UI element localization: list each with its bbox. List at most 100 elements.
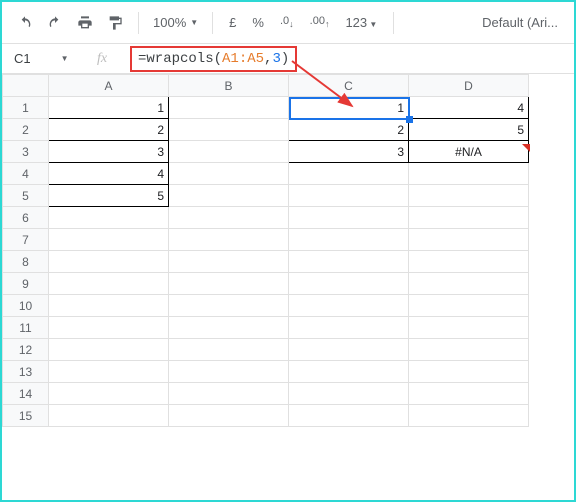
decrease-decimal-button[interactable]: .0↓ (274, 15, 300, 29)
row-header[interactable]: 15 (3, 405, 49, 427)
row-header[interactable]: 6 (3, 207, 49, 229)
cell[interactable] (49, 339, 169, 361)
fill-handle[interactable] (406, 116, 413, 123)
cell[interactable] (49, 251, 169, 273)
cell[interactable] (409, 405, 529, 427)
col-header-B[interactable]: B (169, 75, 289, 97)
separator (138, 12, 139, 34)
cell[interactable] (49, 207, 169, 229)
row-header[interactable]: 4 (3, 163, 49, 185)
cell[interactable]: 1 (289, 97, 409, 119)
font-dropdown[interactable]: Default (Ari... (476, 15, 564, 30)
cell[interactable] (409, 361, 529, 383)
cell[interactable] (409, 317, 529, 339)
cell[interactable]: 5 (409, 119, 529, 141)
cell[interactable]: 2 (289, 119, 409, 141)
paint-format-icon[interactable] (102, 10, 128, 36)
row-header[interactable]: 11 (3, 317, 49, 339)
cell[interactable] (49, 405, 169, 427)
cell[interactable] (289, 405, 409, 427)
cell[interactable] (289, 207, 409, 229)
cell[interactable] (289, 229, 409, 251)
cell[interactable] (169, 251, 289, 273)
col-header-C[interactable]: C (289, 75, 409, 97)
cell[interactable] (409, 185, 529, 207)
row-header[interactable]: 14 (3, 383, 49, 405)
redo-icon[interactable] (42, 10, 68, 36)
cell[interactable]: 3 (289, 141, 409, 163)
cell[interactable] (289, 339, 409, 361)
cell[interactable] (289, 273, 409, 295)
cell[interactable] (169, 229, 289, 251)
row-header[interactable]: 13 (3, 361, 49, 383)
cell[interactable] (409, 163, 529, 185)
cell[interactable] (49, 229, 169, 251)
cell[interactable] (409, 295, 529, 317)
cell[interactable] (289, 295, 409, 317)
cell[interactable] (409, 207, 529, 229)
cell[interactable] (169, 141, 289, 163)
col-header-D[interactable]: D (409, 75, 529, 97)
cell[interactable] (169, 339, 289, 361)
zoom-value: 100% (153, 15, 186, 30)
currency-button[interactable]: £ (223, 15, 242, 30)
cell[interactable] (169, 317, 289, 339)
cell[interactable] (169, 97, 289, 119)
cell[interactable] (49, 361, 169, 383)
cell[interactable]: 4 (49, 163, 169, 185)
cell[interactable] (169, 185, 289, 207)
cell[interactable] (409, 383, 529, 405)
row-header[interactable]: 8 (3, 251, 49, 273)
col-header-A[interactable]: A (49, 75, 169, 97)
cell[interactable] (409, 251, 529, 273)
cell[interactable]: 3 (49, 141, 169, 163)
cell[interactable] (169, 163, 289, 185)
cell[interactable] (409, 229, 529, 251)
error-indicator-icon[interactable] (522, 144, 530, 152)
row-header[interactable]: 9 (3, 273, 49, 295)
cell[interactable] (169, 119, 289, 141)
increase-decimal-button[interactable]: .00↑ (304, 15, 336, 29)
cell[interactable] (169, 405, 289, 427)
row-header[interactable]: 1 (3, 97, 49, 119)
cell[interactable] (169, 207, 289, 229)
row-header[interactable]: 12 (3, 339, 49, 361)
cell[interactable] (289, 317, 409, 339)
cell[interactable] (289, 383, 409, 405)
cell[interactable] (409, 273, 529, 295)
spreadsheet-grid[interactable]: A B C D 1 1 1 4 2 2 2 5 3 (2, 74, 574, 427)
undo-icon[interactable] (12, 10, 38, 36)
cell[interactable] (169, 361, 289, 383)
select-all-corner[interactable] (3, 75, 49, 97)
cell[interactable] (289, 251, 409, 273)
cell[interactable] (169, 383, 289, 405)
cell[interactable] (289, 163, 409, 185)
cell[interactable] (49, 273, 169, 295)
cell[interactable] (49, 295, 169, 317)
cell[interactable] (289, 185, 409, 207)
cell[interactable]: 4 (409, 97, 529, 119)
cell[interactable] (289, 361, 409, 383)
row-header[interactable]: 5 (3, 185, 49, 207)
formula-bar[interactable]: =wrapcols(A1:A5,3) (122, 43, 574, 75)
chevron-down-icon: ▼ (367, 20, 377, 29)
cell[interactable]: #N/A (409, 141, 529, 163)
zoom-dropdown[interactable]: 100% ▼ (149, 15, 202, 30)
row-header[interactable]: 2 (3, 119, 49, 141)
cell[interactable] (409, 339, 529, 361)
cell[interactable] (49, 383, 169, 405)
formula-highlight: =wrapcols(A1:A5,3) (130, 46, 297, 72)
cell[interactable]: 2 (49, 119, 169, 141)
cell[interactable]: 5 (49, 185, 169, 207)
cell[interactable] (169, 295, 289, 317)
row-header[interactable]: 7 (3, 229, 49, 251)
row-header[interactable]: 10 (3, 295, 49, 317)
row-header[interactable]: 3 (3, 141, 49, 163)
cell[interactable]: 1 (49, 97, 169, 119)
cell[interactable] (49, 317, 169, 339)
print-icon[interactable] (72, 10, 98, 36)
number-format-dropdown[interactable]: 123 ▼ (339, 15, 383, 30)
percent-button[interactable]: % (246, 15, 270, 30)
cell[interactable] (169, 273, 289, 295)
name-box[interactable]: C1 ▼ (2, 51, 82, 66)
